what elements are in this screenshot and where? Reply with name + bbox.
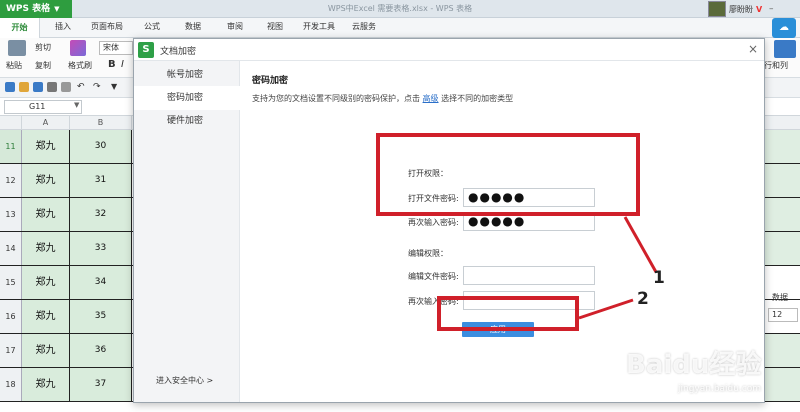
italic-button[interactable]: I — [121, 59, 124, 70]
watermark-url: jingyan.baidu.com — [678, 384, 762, 394]
document-title: WPS中Excel 需要表格.xlsx - WPS 表格 — [327, 4, 473, 13]
row-number[interactable]: 11 — [0, 130, 22, 163]
sidebar-item-account[interactable]: 帐号加密 — [134, 63, 240, 87]
edit-password-label: 编辑文件密码: — [408, 272, 459, 281]
cell[interactable] — [765, 164, 800, 197]
user-name[interactable]: 廖盼盼 — [729, 4, 753, 15]
cell[interactable]: 30 — [70, 130, 132, 163]
cell[interactable] — [765, 232, 800, 265]
cell[interactable]: 郑九 — [22, 266, 70, 299]
cell[interactable]: 32 — [70, 198, 132, 231]
tab-review[interactable]: 审阅 — [227, 21, 243, 32]
dialog-sidebar: 帐号加密 密码加密 硬件加密 进入安全中心 > — [134, 61, 240, 402]
cell[interactable]: 郑九 — [22, 130, 70, 163]
redo-icon[interactable]: ↷ — [93, 82, 103, 92]
data-group-label: 数据 — [772, 293, 788, 302]
annotation-box-1 — [376, 133, 640, 216]
ribbon-tabs: 开始 插入 页面布局 公式 数据 审阅 视图 开发工具 云服务 ☁ — [0, 18, 800, 38]
new-file-icon[interactable] — [5, 82, 15, 92]
copy-button[interactable]: 复制 — [35, 60, 51, 71]
row-number[interactable]: 18 — [0, 368, 22, 401]
section-title: 密码加密 — [252, 76, 289, 86]
vip-badge: V — [756, 4, 763, 14]
tab-page-layout[interactable]: 页面布局 — [91, 21, 123, 32]
cell[interactable]: 郑九 — [22, 198, 70, 231]
minimize-icon[interactable]: – — [765, 3, 777, 15]
annotation-number-2: 2 — [637, 289, 649, 309]
paste-icon[interactable] — [8, 40, 26, 56]
cloud-icon[interactable]: ☁ — [772, 18, 796, 38]
corner-header[interactable] — [0, 116, 22, 130]
section-description: 支持为您的文档设置不同级别的密码保护，点击 高级 选择不同的加密类型 — [252, 93, 513, 104]
cell[interactable]: 36 — [70, 334, 132, 367]
format-painter-icon[interactable] — [70, 40, 86, 56]
annotation-number-1: 1 — [653, 268, 665, 288]
cell[interactable]: 郑九 — [22, 164, 70, 197]
paste-button[interactable]: 粘贴 — [6, 60, 22, 71]
tab-home[interactable]: 开始 — [0, 18, 40, 38]
edit-permission-label: 编辑权限： — [408, 249, 448, 258]
cell[interactable]: 35 — [70, 300, 132, 333]
cell[interactable]: 37 — [70, 368, 132, 401]
row-number[interactable]: 13 — [0, 198, 22, 231]
row-number[interactable]: 12 — [0, 164, 22, 197]
description-text: 支持为您的文档设置不同级别的密码保护，点击 — [252, 94, 420, 103]
column-header-a[interactable]: A — [22, 116, 70, 130]
rows-cols-button[interactable]: 行和列 — [764, 60, 788, 71]
description-text: 选择不同的加密类型 — [441, 94, 514, 103]
format-painter-button[interactable]: 格式刷 — [68, 60, 92, 71]
cell[interactable]: 31 — [70, 164, 132, 197]
tab-formulas[interactable]: 公式 — [144, 21, 160, 32]
font-name-select[interactable]: 宋体 — [99, 41, 133, 55]
sidebar-item-password[interactable]: 密码加密 — [134, 86, 240, 110]
row-number[interactable]: 16 — [0, 300, 22, 333]
save-icon[interactable] — [33, 82, 43, 92]
cell-name-box[interactable]: G11 — [4, 100, 82, 114]
rows-cols-icon[interactable] — [774, 40, 796, 58]
title-bar: WPS 表格 ▼ WPS中Excel 需要表格.xlsx - WPS 表格 廖盼盼… — [0, 0, 800, 18]
tab-view[interactable]: 视图 — [267, 21, 283, 32]
tab-cloud[interactable]: 云服务 — [352, 21, 376, 32]
tab-data[interactable]: 数据 — [185, 21, 201, 32]
column-header-b[interactable]: B — [70, 116, 132, 130]
baidu-watermark: Baidu经验 jingyan.baidu.com — [626, 344, 786, 404]
tab-developer[interactable]: 开发工具 — [303, 21, 335, 32]
annotation-box-2 — [437, 296, 579, 331]
user-area[interactable]: 廖盼盼 V – — [708, 0, 800, 18]
bold-button[interactable]: B — [108, 59, 116, 70]
watermark-logo: Baidu经验 — [626, 350, 762, 380]
chevron-down-icon[interactable]: ▼ — [74, 101, 79, 109]
cell[interactable]: 郑九 — [22, 368, 70, 401]
cell[interactable]: 郑九 — [22, 300, 70, 333]
cell[interactable] — [765, 130, 800, 163]
cell[interactable]: 33 — [70, 232, 132, 265]
cell[interactable]: 郑九 — [22, 334, 70, 367]
wps-logo-icon: S — [138, 42, 154, 58]
tab-insert[interactable]: 插入 — [55, 21, 71, 32]
edit-password-input[interactable] — [463, 266, 595, 285]
cell[interactable]: 郑九 — [22, 232, 70, 265]
row-number[interactable]: 17 — [0, 334, 22, 367]
dialog-header: S 文档加密 × — [134, 39, 764, 61]
print-icon[interactable] — [47, 82, 57, 92]
preview-icon[interactable] — [61, 82, 71, 92]
open-password-confirm-label: 再次输入密码: — [408, 218, 459, 227]
cell[interactable]: 34 — [70, 266, 132, 299]
avatar[interactable] — [708, 1, 726, 17]
close-button[interactable]: × — [748, 42, 758, 56]
cell[interactable] — [765, 198, 800, 231]
security-center-link[interactable]: 进入安全中心 > — [156, 375, 213, 386]
advanced-link[interactable]: 高级 — [423, 94, 439, 103]
undo-icon[interactable]: ↶ — [77, 82, 87, 92]
row-number[interactable]: 15 — [0, 266, 22, 299]
cut-button[interactable]: 剪切 — [35, 42, 51, 53]
row-number[interactable]: 14 — [0, 232, 22, 265]
open-file-icon[interactable] — [19, 82, 29, 92]
sidebar-item-hardware[interactable]: 硬件加密 — [134, 109, 240, 133]
dialog-title: 文档加密 — [160, 47, 197, 57]
customize-icon[interactable]: ▼ — [111, 82, 121, 92]
font-size-select[interactable]: 12 — [768, 308, 798, 322]
